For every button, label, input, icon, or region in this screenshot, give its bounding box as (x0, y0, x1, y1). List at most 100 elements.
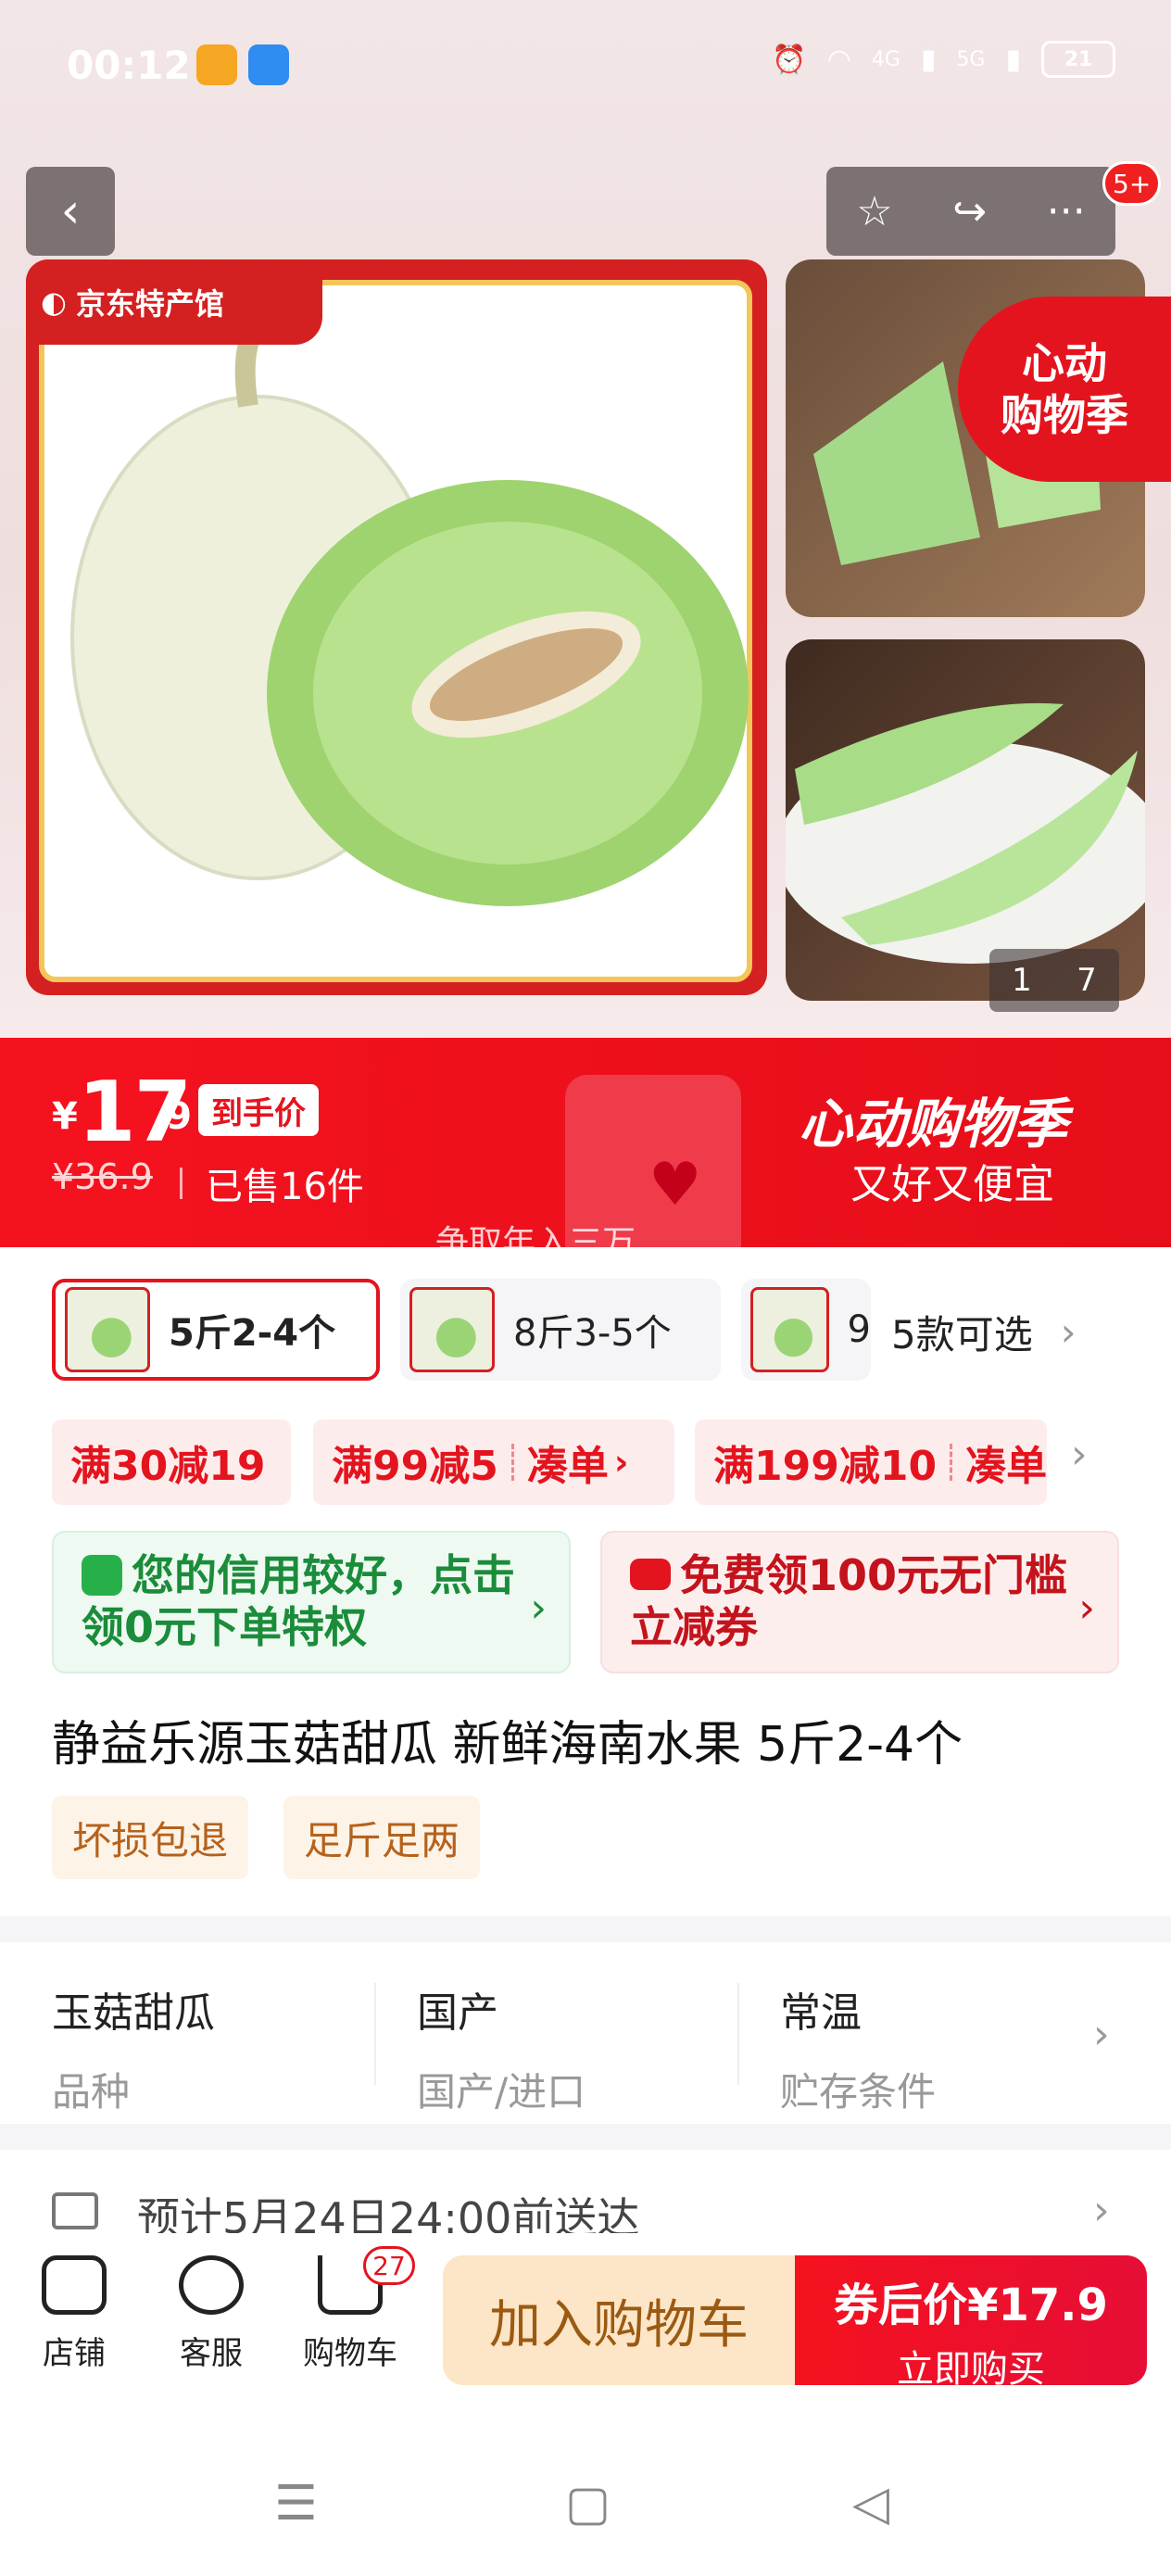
spec-value: 常温 (780, 1989, 862, 2037)
customer-service-button[interactable]: 客服 (156, 2255, 267, 2373)
battery-icon: 21 (1041, 41, 1115, 78)
share-icon[interactable]: ↪ (952, 188, 987, 235)
cart-button[interactable]: 27 购物车 (295, 2246, 415, 2373)
status-bar: 00:12 ⏰ ◠ 4G ▮ 5G ▮ 21 (0, 0, 1171, 139)
cart-count-badge: 27 (363, 2246, 415, 2285)
coupon-strip: 满30减19 满30减19 满99减5 凑单 › 满199减10 凑单 › (0, 1420, 1171, 1505)
spec-label: 品种 (52, 2069, 131, 2115)
store-icon (42, 2255, 107, 2315)
campaign-title: 心动购物季 (799, 1092, 1068, 1155)
voucher-card[interactable]: 免费领100元无门槛立减券 › (600, 1531, 1119, 1673)
promo-stamp-label: 心动 购物季 (1001, 338, 1128, 440)
buy-now-label: 立即购买 (897, 2348, 1045, 2391)
service-tag[interactable]: 坏损包退 (52, 1796, 249, 1879)
coupon-chip[interactable]: 满30减19 满99减5 凑单 › (313, 1420, 674, 1505)
back-button[interactable]: ‹ (26, 167, 115, 256)
voucher-card-text: 免费领100元无门槛立减券 (630, 1550, 1068, 1652)
bottom-action-bar: 店铺 客服 27 购物车 加入购物车 券后价¥17.9 立即购买 (0, 2233, 1171, 2409)
campaign-subtitle: 又好又便宜 (850, 1161, 1054, 1208)
wifi-icon: ◠ (826, 43, 851, 76)
image-page-indicator: 1 7 (989, 949, 1119, 1012)
back-nav-icon[interactable]: ◁ (852, 2476, 889, 2532)
variant-selector: 5斤2-4个 8斤3-5个 9 5款可选 › (0, 1271, 1171, 1397)
price-currency: ¥ (52, 1095, 78, 1138)
variant-option[interactable]: 8斤3-5个 (400, 1279, 721, 1381)
coupon-action: 凑单 (965, 1443, 1047, 1490)
add-to-cart-button[interactable]: 加入购物车 (443, 2255, 795, 2385)
shield-icon (82, 1555, 122, 1596)
chevron-right-icon[interactable]: › (1071, 1431, 1088, 1478)
truck-icon (52, 2192, 98, 2229)
coupon-text: 满199减10 (713, 1443, 938, 1490)
variant-thumbnail (65, 1287, 150, 1372)
store-button[interactable]: 店铺 (19, 2255, 130, 2373)
coupon-price-label: 券后价¥17.9 (834, 2279, 1108, 2331)
coupon-text: 满30减19 (70, 1443, 266, 1490)
chevron-right-icon: › (1060, 1308, 1077, 1355)
spec-summary[interactable]: 玉菇甜瓜 品种 国产 国产/进口 常温 贮存条件 › (0, 1944, 1171, 2120)
section-divider (0, 2124, 1171, 2150)
variant-label: 5斤2-4个 (169, 1312, 336, 1355)
chevron-right-icon: › (1093, 2187, 1110, 2234)
cart-label: 购物车 (303, 2335, 397, 2372)
menu-icon[interactable]: ☰ (274, 2476, 318, 2532)
back-icon: ‹ (60, 183, 81, 239)
product-gallery[interactable]: 00:12 ⏰ ◠ 4G ▮ 5G ▮ 21 ‹ ☆ ↪ ··· 5+ ◐ 京东… (0, 0, 1171, 1038)
coupon-chip[interactable]: 满199减10 凑单 (695, 1420, 1047, 1505)
variant-thumbnail (750, 1287, 829, 1372)
divider (374, 1983, 376, 2085)
chevron-right-icon: › (1093, 2011, 1110, 2058)
weibo-icon (196, 44, 237, 85)
home-icon[interactable]: ▢ (565, 2476, 611, 2532)
message-badge: 5+ (1102, 161, 1162, 206)
chevron-right-icon: › (613, 1442, 629, 1483)
divider (180, 1168, 183, 1199)
service-tag[interactable]: 足斤足两 (283, 1796, 481, 1879)
promo-stamp: 心动 购物季 (958, 297, 1171, 482)
scrolling-notice: 争取年入三万 (435, 1224, 636, 1247)
main-product-image[interactable]: ◐ 京东特产馆 (26, 259, 767, 995)
chevron-right-icon: › (1078, 1585, 1095, 1632)
signal-4g-label: 4G (871, 47, 900, 71)
variant-option[interactable]: 9 (741, 1279, 871, 1381)
more-variants-button[interactable]: 5款可选 › (871, 1290, 1077, 1373)
product-title: 静益乐源玉菇甜瓜 新鲜海南水果 5斤2-4个 (52, 1717, 963, 1773)
page-current: 1 (1012, 962, 1032, 999)
variant-option[interactable]: 5斤2-4个 (52, 1279, 380, 1381)
coupon-action: 凑单 (526, 1443, 609, 1490)
chat-icon (179, 2255, 244, 2315)
buy-now-button[interactable]: 券后价¥17.9 立即购买 (795, 2255, 1147, 2391)
system-nav-bar: ☰ ▢ ◁ (0, 2409, 1171, 2576)
favorite-icon[interactable]: ☆ (856, 188, 892, 235)
price-decimal: .9 (152, 1095, 193, 1138)
section-divider (0, 1916, 1171, 1942)
final-price-tag: 到手价 (198, 1084, 319, 1136)
price-banner: ¥ 17 .9 到手价 ¥36.9 已售16件 ♥ 心动购物季 又好又便宜 争取… (0, 1038, 1171, 1247)
more-variants-label: 5款可选 (891, 1311, 1033, 1357)
credit-privilege-card[interactable]: 您的信用较好，点击领0元下单特权 › (52, 1531, 571, 1673)
alarm-icon: ⏰ (772, 43, 807, 76)
voucher-icon (630, 1559, 671, 1590)
spec-value: 国产 (417, 1989, 498, 2037)
signal-5g-label: 5G (956, 47, 986, 71)
spec-label: 国产/进口 (417, 2069, 586, 2115)
signal-icon: ▮ (920, 43, 937, 76)
more-icon[interactable]: ··· (1047, 188, 1086, 235)
spec-value: 玉菇甜瓜 (52, 1989, 215, 2037)
sold-count: 已售16件 (206, 1166, 364, 1208)
variant-label: 9 (847, 1308, 871, 1351)
store-tag-label: 京东特产馆 (75, 286, 224, 322)
coupon-chip[interactable]: 满30减19 (52, 1420, 291, 1505)
status-time: 00:12 (67, 43, 191, 88)
store-tag: ◐ 京东特产馆 (26, 259, 322, 345)
thumbnail-image[interactable] (786, 639, 1145, 1001)
spec-item: 玉菇甜瓜 品种 (52, 1979, 385, 2117)
status-icons: ⏰ ◠ 4G ▮ 5G ▮ 21 (772, 41, 1115, 78)
credit-card-text: 您的信用较好，点击领0元下单特权 (82, 1550, 515, 1652)
page-total: 7 (1077, 962, 1097, 999)
divider (737, 1983, 739, 2085)
melon-illustration (70, 316, 749, 906)
service-label: 客服 (180, 2335, 243, 2372)
spec-item: 国产 国产/进口 (417, 1979, 750, 2117)
battery-level: 21 (1064, 47, 1093, 71)
